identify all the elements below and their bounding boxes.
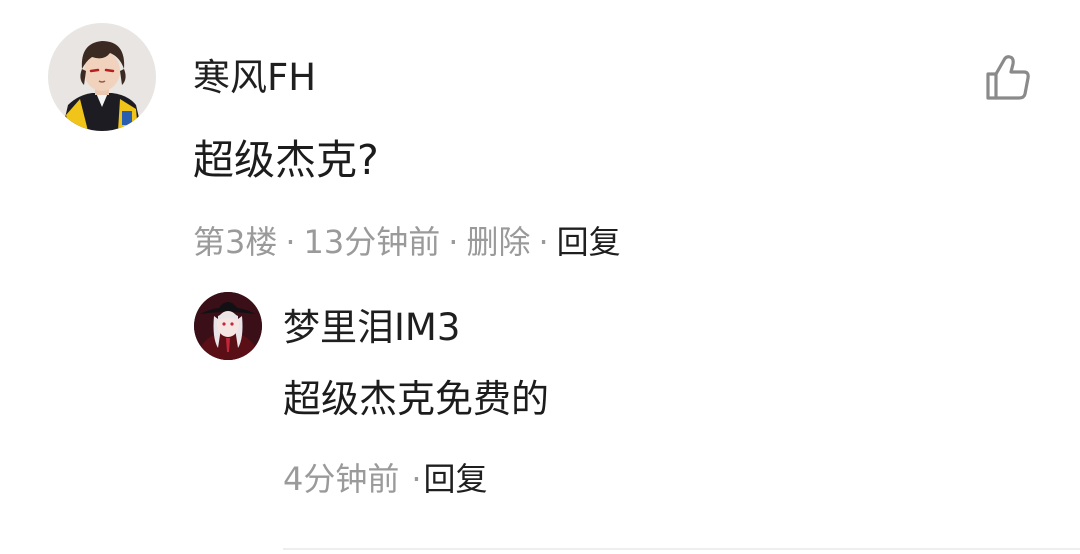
meta-separator: · (538, 223, 549, 261)
meta-separator: · (411, 460, 422, 498)
comment-content: 超级杰克? (193, 136, 379, 184)
like-button[interactable] (982, 52, 1034, 104)
commenter-avatar[interactable] (48, 23, 156, 131)
divider (283, 548, 1080, 550)
reply-reply-link[interactable]: 回复 (424, 460, 488, 498)
replier-avatar[interactable] (194, 292, 262, 360)
reply-time: 4分钟前 (283, 460, 400, 498)
meta-separator: · (448, 223, 459, 261)
reply-content: 超级杰克免费的 (283, 377, 550, 421)
reply-meta: 4分钟前 ·回复 (283, 463, 488, 495)
meta-separator: · (285, 223, 296, 261)
comment-meta: 第3楼 · 13分钟前 · 删除 · 回复 (193, 226, 621, 258)
replier-username[interactable]: 梦里泪IM3 (283, 309, 460, 346)
reply-link[interactable]: 回复 (557, 223, 621, 261)
thumbs-up-icon (986, 55, 1030, 100)
delete-link[interactable]: 删除 (466, 223, 530, 261)
commenter-username[interactable]: 寒风FH (193, 59, 316, 96)
comment-time: 13分钟前 (303, 223, 441, 261)
floor-label: 第3楼 (193, 223, 278, 261)
